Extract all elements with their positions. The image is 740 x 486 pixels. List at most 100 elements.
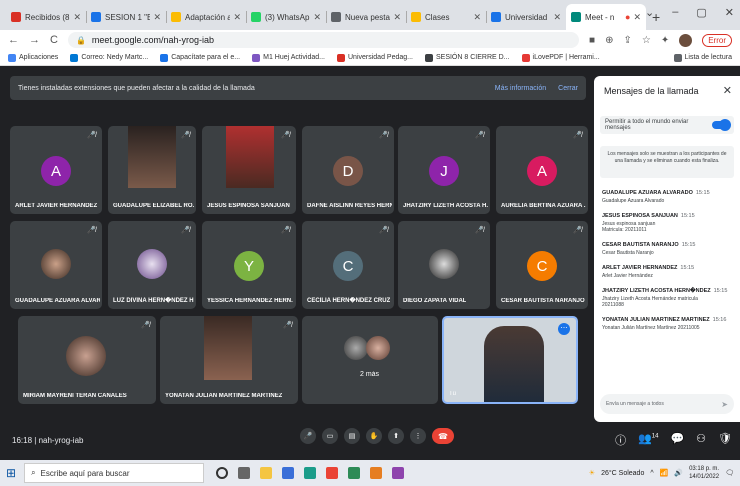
- clock[interactable]: 03:18 p. m. 14/01/2022: [689, 465, 719, 481]
- app-icon[interactable]: [348, 467, 361, 479]
- activities-icon[interactable]: ⚇: [696, 432, 706, 448]
- mic-icon[interactable]: 🎤: [300, 428, 316, 444]
- close-icon[interactable]: ✕: [723, 84, 732, 97]
- participant-tile[interactable]: 🎤̸ GUADALUPE ELIZABEL RO...: [108, 126, 196, 214]
- tab-favicon-icon: [171, 12, 181, 22]
- avatar: A: [527, 156, 557, 186]
- cortana-icon[interactable]: [216, 467, 229, 479]
- browser-tab[interactable]: Recibidos (8 ✕: [6, 4, 86, 30]
- browser-tab[interactable]: Nueva pesta ✕: [326, 4, 406, 30]
- taskbar-search[interactable]: ⌕ Escribe aquí para buscar: [24, 463, 205, 483]
- bookmark-item[interactable]: iLovePDF | Herrami...: [521, 53, 600, 62]
- bookmark-item[interactable]: Aplicaciones: [8, 53, 58, 62]
- bookmark-item[interactable]: Capacítate para el e...: [160, 53, 240, 62]
- chevron-down-icon[interactable]: ⌄: [645, 6, 654, 19]
- chat-input[interactable]: Envía un mensaje a todos ➤: [600, 394, 734, 414]
- zoom-icon[interactable]: ⊕: [605, 35, 613, 46]
- share-icon[interactable]: ⇪: [623, 35, 631, 46]
- chat-message: CESAR BAUTISTA NARANJO 15:15 Cesar Bautis…: [602, 242, 696, 256]
- mic-off-icon: 🎤̸: [475, 227, 484, 234]
- volume-icon[interactable]: 🔊: [674, 469, 683, 477]
- banner-close-button[interactable]: Cerrar: [558, 85, 578, 92]
- bookmark-item[interactable]: M1 Huej Actividad...: [252, 53, 325, 62]
- minimize-icon[interactable]: –: [672, 6, 678, 19]
- allow-messages-toggle[interactable]: [711, 119, 732, 131]
- address-bar[interactable]: 🔒 meet.google.com/nah-yrog-iab: [67, 32, 580, 48]
- close-icon[interactable]: ✕: [633, 12, 641, 23]
- network-icon[interactable]: 📶: [660, 469, 669, 477]
- browser-tab[interactable]: Adaptación a ✕: [166, 4, 246, 30]
- participant-tile[interactable]: 🎤̸ DIEGO ZAPATA VIDAL: [398, 221, 490, 309]
- maximize-icon[interactable]: ▢: [696, 6, 706, 19]
- participant-tile[interactable]: 🎤̸ MIRIAM MAYRENI TERAN CANALES: [18, 316, 156, 404]
- star-icon[interactable]: ☆: [642, 35, 651, 46]
- camera-icon[interactable]: ■: [589, 35, 595, 46]
- forward-icon[interactable]: →: [29, 34, 40, 46]
- browser-tab[interactable]: SESION 1 "E ✕: [86, 4, 166, 30]
- mic-off-icon: 🎤̸: [379, 132, 388, 139]
- file-explorer-icon[interactable]: [260, 467, 273, 479]
- close-icon[interactable]: ✕: [553, 12, 561, 23]
- lock-icon[interactable]: 🛡: [718, 432, 732, 448]
- participant-tile[interactable]: 🎤̸ A ARLET JAVIER HERNANDEZ: [10, 126, 102, 214]
- raise-hand-icon[interactable]: ✋: [366, 428, 382, 444]
- close-icon[interactable]: ✕: [73, 12, 81, 23]
- participant-tile[interactable]: 🎤̸ J JHATZIRY LIZETH ACOSTA H...: [398, 126, 490, 214]
- participant-tile[interactable]: 🎤̸ Y YESSICA HERNANDEZ HERN...: [202, 221, 296, 309]
- meet-area: Tienes instaladas extensiones que pueden…: [0, 66, 740, 460]
- avatar: A: [41, 156, 71, 186]
- people-icon[interactable]: 👥14: [638, 432, 658, 448]
- close-icon[interactable]: ✕: [473, 12, 481, 23]
- participant-tile[interactable]: 🎤̸ C CESAR BAUTISTA NARANJO: [496, 221, 588, 309]
- chat-icon[interactable]: 💬: [670, 432, 684, 448]
- camera-icon[interactable]: ▭: [322, 428, 338, 444]
- error-button[interactable]: Error: [702, 33, 732, 47]
- more-options-icon[interactable]: ⋯: [558, 323, 570, 335]
- chevron-up-icon[interactable]: ^: [650, 470, 653, 477]
- bookmark-item[interactable]: Universidad Pedag...: [337, 53, 413, 62]
- meeting-details: 16:18 | nah-yrog-iab: [12, 435, 84, 445]
- self-tile[interactable]: ⋯ Tú: [442, 316, 578, 404]
- info-icon[interactable]: ⓘ: [615, 432, 626, 448]
- windows-start-icon[interactable]: ⊞: [6, 466, 16, 480]
- captions-icon[interactable]: ▤: [344, 428, 360, 444]
- address-toolbar: ← → C 🔒 meet.google.com/nah-yrog-iab ■ ⊕…: [0, 30, 740, 50]
- hang-up-button[interactable]: ☎: [432, 428, 454, 444]
- more-options-icon[interactable]: ⋮: [410, 428, 426, 444]
- close-window-icon[interactable]: ✕: [725, 6, 734, 19]
- browser-tab-active[interactable]: Meet - n ● ✕: [566, 4, 646, 30]
- close-icon[interactable]: ✕: [393, 12, 401, 23]
- store-icon[interactable]: [282, 467, 295, 479]
- more-info-link[interactable]: Más información: [495, 85, 546, 92]
- back-icon[interactable]: ←: [8, 34, 19, 46]
- close-icon[interactable]: ✕: [233, 12, 241, 23]
- extensions-icon[interactable]: ✦: [661, 35, 669, 46]
- chrome-icon[interactable]: [326, 467, 339, 479]
- participant-tile[interactable]: 🎤̸ YONATAN JULIAN MARTINEZ MARTINEZ: [160, 316, 298, 404]
- participant-tile[interactable]: 🎤̸ D DAFNE AISLINN REYES HERN...: [302, 126, 394, 214]
- send-icon[interactable]: ➤: [721, 400, 728, 409]
- more-participants-tile[interactable]: 2 más: [302, 316, 438, 404]
- participant-tile[interactable]: 🎤̸ JESUS ESPINOSA SANJUAN: [202, 126, 296, 214]
- app-icon[interactable]: [370, 467, 383, 479]
- close-icon[interactable]: ✕: [153, 12, 161, 23]
- reading-list[interactable]: Lista de lectura: [673, 53, 732, 62]
- participant-tile[interactable]: 🎤̸ C CECILIA HERN�NDEZ CRUZ: [302, 221, 394, 309]
- participant-tile[interactable]: 🎤̸ GUADALUPE AZUARA ALVAR...: [10, 221, 102, 309]
- present-icon[interactable]: ⬆: [388, 428, 404, 444]
- profile-avatar[interactable]: [679, 33, 693, 47]
- participant-tile[interactable]: 🎤̸ A AURELIA BERTINA AZUARA ...: [496, 126, 588, 214]
- edge-icon[interactable]: [304, 467, 317, 479]
- notifications-icon[interactable]: 🗨: [725, 469, 734, 477]
- browser-tab[interactable]: Clases ✕: [406, 4, 486, 30]
- reload-icon[interactable]: C: [50, 34, 58, 46]
- task-view-icon[interactable]: [238, 467, 251, 479]
- app-icon[interactable]: [392, 467, 405, 479]
- browser-tab[interactable]: Universidad ✕: [486, 4, 566, 30]
- bookmark-item[interactable]: Correo: Nedy Martc...: [70, 53, 148, 62]
- participant-tile[interactable]: 🎤̸ LUZ DIVINA HERN�NDEZ H...: [108, 221, 196, 309]
- browser-tab[interactable]: (3) WhatsApp ✕: [246, 4, 326, 30]
- profile-photo: [66, 336, 106, 376]
- bookmark-item[interactable]: SESIÓN 8 CIERRE D...: [424, 53, 510, 62]
- close-icon[interactable]: ✕: [313, 12, 321, 23]
